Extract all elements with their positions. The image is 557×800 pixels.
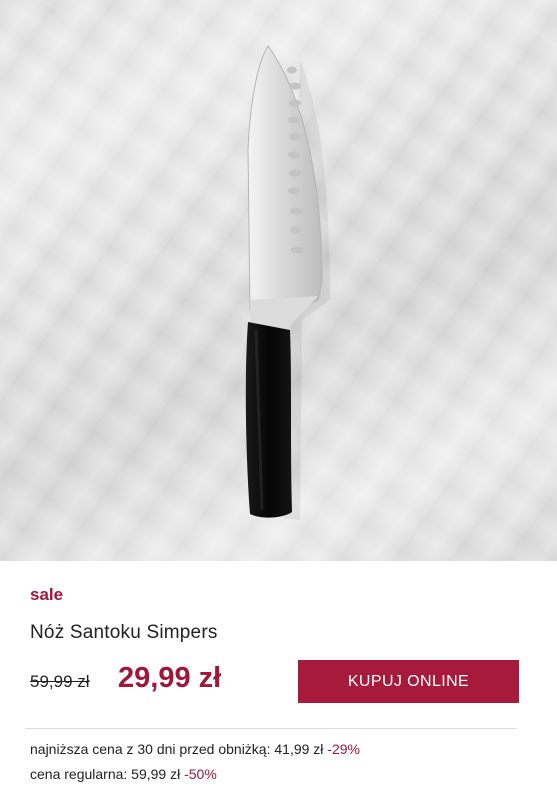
lowest-price-discount: -29%	[327, 741, 360, 757]
old-price: 59,99 zł	[30, 672, 90, 691]
lowest-price-info: najniższa cena z 30 dni przed obniżką: 4…	[30, 741, 360, 757]
lowest-price-label: najniższa cena z 30 dni przed obniżką: 4…	[30, 741, 324, 757]
regular-price-label: cena regularna: 59,99 zł	[30, 766, 181, 782]
product-image	[0, 0, 557, 561]
current-price: 29,99 zł	[118, 662, 222, 694]
santoku-knife-image	[245, 45, 330, 520]
regular-price-info: cena regularna: 59,99 zł -50%	[30, 766, 217, 782]
sale-badge: sale	[30, 585, 64, 604]
regular-price-discount: -50%	[184, 766, 217, 782]
divider	[25, 728, 517, 729]
buy-online-button[interactable]: KUPUJ ONLINE	[298, 660, 519, 703]
product-title[interactable]: Nóż Santoku Simpers	[30, 622, 218, 644]
